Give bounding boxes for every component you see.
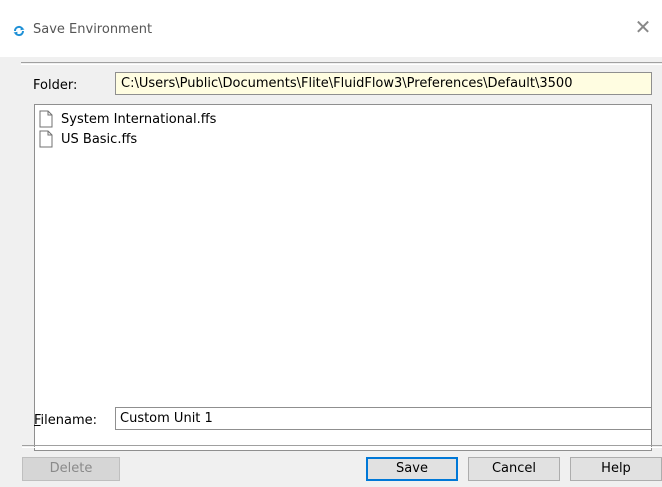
list-item[interactable]: US Basic.ffs: [39, 129, 137, 149]
delete-button[interactable]: Delete: [22, 457, 120, 481]
divider: [22, 445, 662, 448]
file-icon: [39, 130, 53, 148]
dialog-body: Folder: C:\Users\Public\Documents\Flite\…: [0, 57, 662, 487]
close-icon[interactable]: ✕: [632, 16, 654, 38]
cancel-button[interactable]: Cancel: [468, 457, 560, 481]
file-icon: [39, 110, 53, 128]
filename-label: Filename:: [34, 413, 97, 428]
file-name: US Basic.ffs: [61, 131, 138, 147]
refresh-icon: [13, 25, 25, 37]
divider: [21, 62, 662, 65]
save-button[interactable]: Save: [366, 457, 458, 481]
title-bar: Save Environment ✕: [0, 0, 662, 57]
filename-label-text: ilename:: [40, 413, 98, 428]
folder-label: Folder:: [33, 78, 78, 93]
filename-input[interactable]: Custom Unit 1: [115, 407, 652, 430]
window-title: Save Environment: [33, 22, 153, 37]
folder-path-field: C:\Users\Public\Documents\Flite\FluidFlo…: [115, 72, 652, 95]
help-button[interactable]: Help: [570, 457, 662, 481]
file-list[interactable]: System International.ffs US Basic.ffs: [34, 104, 652, 451]
list-item[interactable]: System International.ffs: [39, 109, 216, 129]
file-name: System International.ffs: [61, 111, 217, 127]
